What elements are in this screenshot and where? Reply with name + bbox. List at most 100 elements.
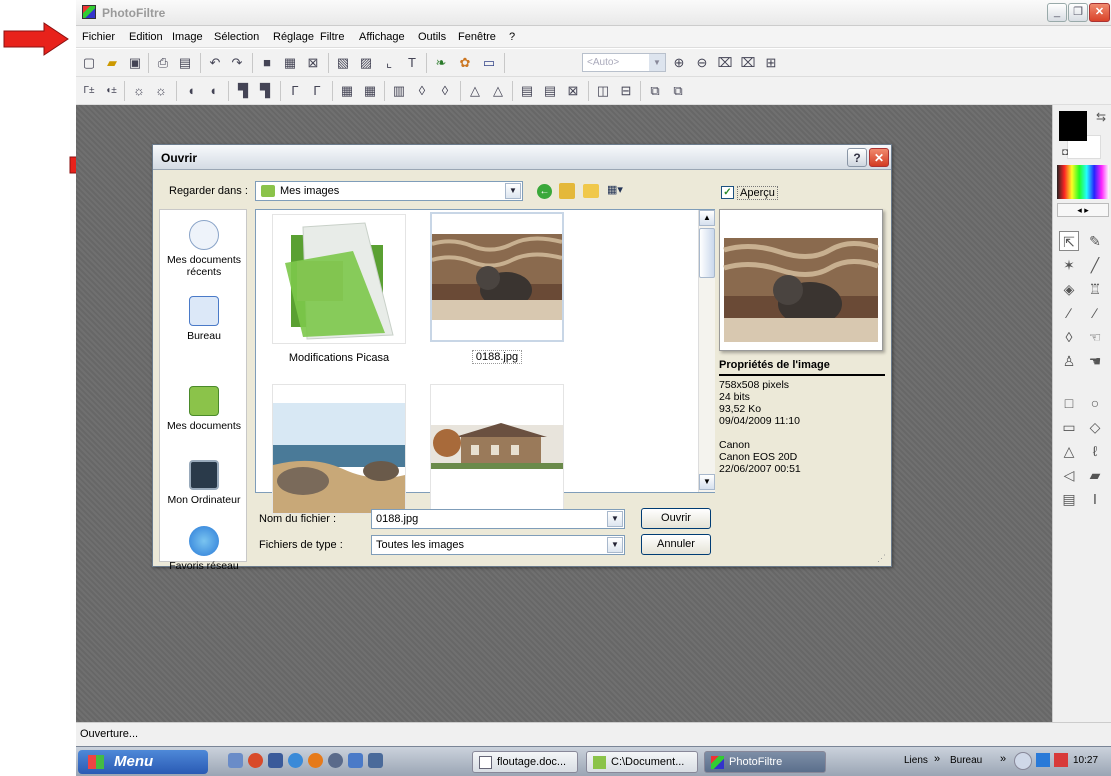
gamma-up-icon[interactable]: Γ: [308, 82, 326, 100]
place-desktop[interactable]: Bureau: [160, 296, 248, 342]
auto-levels-icon[interactable]: Γ±: [80, 82, 98, 100]
crop-icon[interactable]: ⊠: [304, 54, 322, 72]
scroll-down-icon[interactable]: ▼: [699, 474, 715, 490]
up-folder-icon[interactable]: [559, 183, 575, 199]
line-tool-icon[interactable]: ╱: [1085, 255, 1105, 275]
blur-icon[interactable]: ▥: [390, 82, 408, 100]
print-icon[interactable]: ⎙: [154, 54, 172, 72]
tray-expand-icon[interactable]: [1014, 752, 1032, 770]
stamp-tool-icon[interactable]: ♙: [1059, 351, 1079, 371]
mask-icon[interactable]: ⧉: [669, 82, 687, 100]
tray-network-icon[interactable]: [1036, 753, 1050, 767]
file-item[interactable]: Modifications Picasa: [272, 214, 406, 364]
open-button[interactable]: Ouvrir: [641, 508, 711, 529]
close-button[interactable]: ✕: [1089, 3, 1110, 22]
canvas-size-icon[interactable]: ▨: [357, 54, 375, 72]
dialog-close-button[interactable]: ✕: [869, 148, 889, 167]
brightness-down-icon[interactable]: ☼: [130, 82, 148, 100]
task-floutage[interactable]: floutage.doc...: [472, 751, 578, 773]
grayscale-icon[interactable]: ▦: [338, 82, 356, 100]
minimize-button[interactable]: _: [1047, 3, 1067, 22]
file-type-select[interactable]: Toutes les images ▼: [371, 535, 625, 555]
file-name-input[interactable]: 0188.jpg ▼: [371, 509, 625, 529]
file-item-selected[interactable]: 0188.jpg: [430, 212, 564, 364]
open-shape-tool-icon[interactable]: ▰: [1085, 465, 1105, 485]
full-screen-icon[interactable]: ⊞: [762, 54, 780, 72]
redo-icon[interactable]: ↷: [228, 54, 246, 72]
new-folder-icon[interactable]: [583, 184, 599, 198]
scroll-thumb[interactable]: [699, 228, 715, 278]
task-photofiltre[interactable]: PhotoFiltre: [704, 751, 826, 773]
file-list-scrollbar[interactable]: ▲ ▼: [698, 210, 715, 492]
menu-selection[interactable]: Sélection: [214, 31, 259, 43]
saturation-down-icon[interactable]: ▜: [234, 82, 252, 100]
undo-icon[interactable]: ↶: [206, 54, 224, 72]
sharpen-icon[interactable]: △: [466, 82, 484, 100]
rotate-icon[interactable]: ⊠: [564, 82, 582, 100]
frame-icon[interactable]: ⧉: [646, 82, 664, 100]
diamond-tool-icon[interactable]: ◇: [1085, 417, 1105, 437]
color-palette-grid[interactable]: [1057, 165, 1109, 199]
rectangle-tool-icon[interactable]: □: [1059, 393, 1079, 413]
quicklaunch-desktop-icon[interactable]: [228, 753, 243, 768]
saturation-up-icon[interactable]: ▜: [256, 82, 274, 100]
quicklaunch-media-icon[interactable]: [268, 753, 283, 768]
help-button[interactable]: ?: [847, 148, 867, 167]
rounded-rect-tool-icon[interactable]: ▭: [1059, 417, 1079, 437]
tray-security-icon[interactable]: [1054, 753, 1068, 767]
open-folder-icon[interactable]: ▰: [103, 54, 121, 72]
quicklaunch-firefox-icon[interactable]: [308, 753, 323, 768]
look-in-select[interactable]: Mes images ▼: [255, 181, 523, 201]
menu-fichier[interactable]: Fichier: [82, 31, 115, 43]
text-icon[interactable]: T: [403, 54, 421, 72]
menu-filtre[interactable]: Filtre: [320, 31, 344, 43]
brush-tool-icon[interactable]: ∕: [1059, 303, 1079, 323]
contrast-up-icon[interactable]: ◖: [204, 82, 222, 100]
palette-scroll[interactable]: ◂ ▸: [1057, 203, 1109, 217]
task-documents[interactable]: C:\Document...: [586, 751, 698, 773]
chevron-right-icon[interactable]: »: [1000, 753, 1006, 765]
triangle-tool-icon[interactable]: △: [1059, 441, 1079, 461]
menu-affichage[interactable]: Affichage: [359, 31, 405, 43]
resize-grip-icon[interactable]: ⋰: [877, 553, 889, 565]
transform-icon[interactable]: ⊟: [617, 82, 635, 100]
scroll-up-icon[interactable]: ▲: [699, 210, 715, 226]
polygon-tool-icon[interactable]: ◁: [1059, 465, 1079, 485]
soften-icon[interactable]: ◊: [413, 82, 431, 100]
magic-wand-tool-icon[interactable]: ✶: [1059, 255, 1079, 275]
chevron-right-icon[interactable]: »: [934, 753, 940, 765]
plugin-icon[interactable]: ✿: [456, 54, 474, 72]
flip-vertical-icon[interactable]: ▤: [541, 82, 559, 100]
scanner-icon[interactable]: ▤: [176, 54, 194, 72]
menu-help[interactable]: ?: [509, 31, 515, 43]
quicklaunch-editor-icon[interactable]: [368, 753, 383, 768]
sharpen-more-icon[interactable]: △: [489, 82, 507, 100]
place-recent[interactable]: Mes documents récents: [160, 220, 248, 278]
lasso-tool-icon[interactable]: ℓ: [1085, 441, 1105, 461]
menu-edition[interactable]: Edition: [129, 31, 163, 43]
zoom-select[interactable]: <Auto> ▼: [582, 53, 666, 72]
save-icon[interactable]: ▣: [126, 54, 144, 72]
swap-colors-icon[interactable]: ⇆: [1091, 107, 1111, 127]
ellipse-tool-icon[interactable]: ○: [1085, 393, 1105, 413]
links-toolbar[interactable]: Liens: [904, 755, 928, 766]
window-icon[interactable]: ▭: [480, 54, 498, 72]
paste-icon[interactable]: ▦: [281, 54, 299, 72]
advanced-brush-tool-icon[interactable]: ∕: [1085, 303, 1105, 323]
zoom-in-icon[interactable]: ⊕: [670, 54, 688, 72]
brightness-up-icon[interactable]: ☼: [152, 82, 170, 100]
hand-tool-icon[interactable]: ☚: [1085, 351, 1105, 371]
menu-reglage[interactable]: Réglage: [273, 31, 314, 43]
file-item[interactable]: [430, 384, 564, 522]
quicklaunch-window-icon[interactable]: [348, 753, 363, 768]
quicklaunch-ie-icon[interactable]: [288, 753, 303, 768]
menu-fenetre[interactable]: Fenêtre: [458, 31, 496, 43]
drop-icon[interactable]: ◊: [436, 82, 454, 100]
auto-contrast-icon[interactable]: ◖±: [102, 82, 120, 100]
sepia-icon[interactable]: ▦: [361, 82, 379, 100]
select-all-tool-icon[interactable]: ▤: [1059, 489, 1079, 509]
finger-tool-icon[interactable]: ☜: [1085, 327, 1105, 347]
restore-button[interactable]: ❐: [1068, 3, 1088, 22]
quicklaunch-app-icon[interactable]: [328, 753, 343, 768]
place-my-documents[interactable]: Mes documents: [160, 386, 248, 432]
